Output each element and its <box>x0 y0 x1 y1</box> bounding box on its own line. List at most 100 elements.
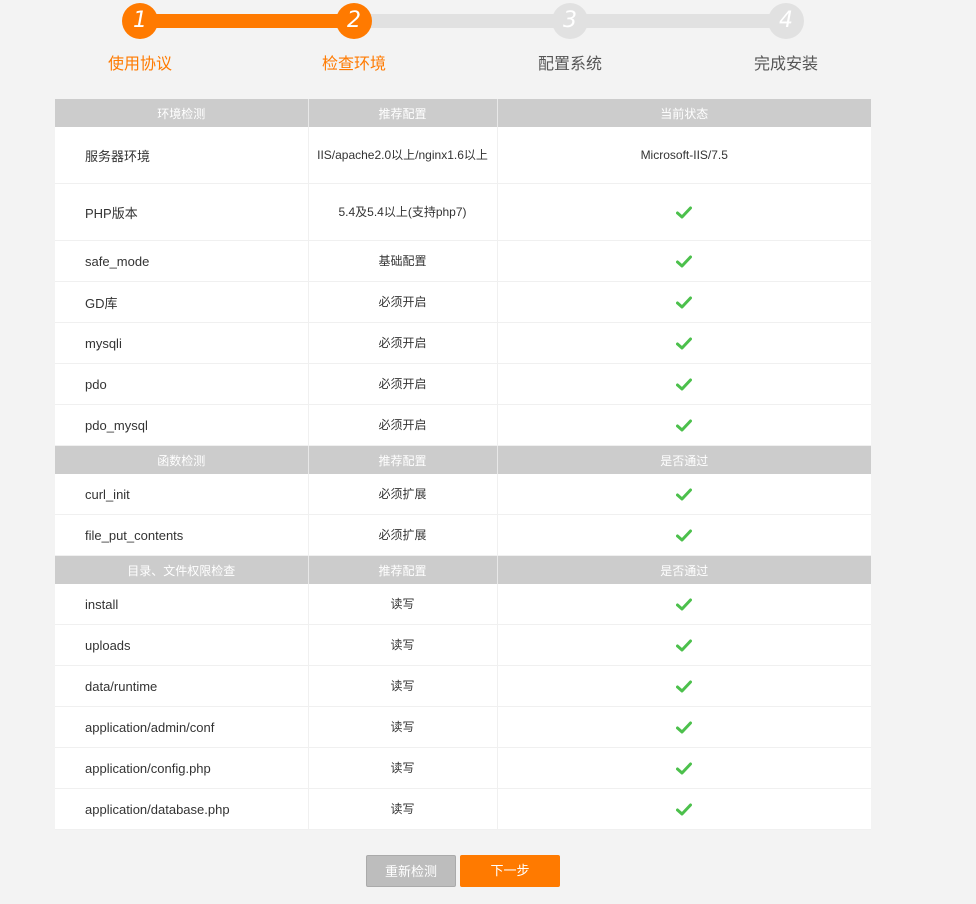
step-3-number: 3 <box>552 3 588 39</box>
table-row: pdo 必须开启 <box>55 363 871 405</box>
column-header: 推荐配置 <box>308 445 498 474</box>
section-header-row: 目录、文件权限检查 推荐配置 是否通过 <box>55 555 871 584</box>
column-header: 推荐配置 <box>308 99 498 127</box>
section-header-row: 环境检测 推荐配置 当前状态 <box>55 99 871 127</box>
check-item-name: 服务器环境 <box>55 127 309 184</box>
recommended-config: 必须扩展 <box>308 514 498 556</box>
check-item-name: pdo <box>55 363 309 405</box>
check-icon <box>676 598 693 611</box>
recheck-button[interactable]: 重新检测 <box>366 855 456 887</box>
current-status: Microsoft-IIS/7.5 <box>497 127 871 184</box>
recommended-config: 必须开启 <box>308 363 498 405</box>
table-row: mysqli 必须开启 <box>55 322 871 364</box>
check-icon <box>676 803 693 816</box>
step-4: 4 完成安装 <box>726 3 846 74</box>
status-cell <box>497 281 871 323</box>
check-icon <box>676 639 693 652</box>
check-item-name: install <box>55 584 309 625</box>
recommended-config: 读写 <box>308 584 498 625</box>
recommended-config: 读写 <box>308 624 498 666</box>
table-row: file_put_contents 必须扩展 <box>55 514 871 556</box>
check-item-name: pdo_mysql <box>55 404 309 446</box>
recommended-config: 必须开启 <box>308 322 498 364</box>
check-icon <box>676 296 693 309</box>
recommended-config: 读写 <box>308 665 498 707</box>
check-item-name: application/config.php <box>55 747 309 789</box>
check-item-name: mysqli <box>55 322 309 364</box>
table-row: uploads 读写 <box>55 624 871 666</box>
check-icon <box>676 206 693 219</box>
check-item-name: file_put_contents <box>55 514 309 556</box>
check-item-name: application/database.php <box>55 788 309 830</box>
status-cell <box>497 240 871 282</box>
progress-track <box>140 14 786 28</box>
step-2-label: 检查环境 <box>321 56 386 73</box>
step-2: 2 检查环境 <box>294 3 414 74</box>
step-1-label: 使用协议 <box>107 56 172 73</box>
recommended-config: 读写 <box>308 706 498 748</box>
environment-check-panel: 环境检测 推荐配置 当前状态 服务器环境 IIS/apache2.0以上/nginx1.… <box>55 99 871 830</box>
check-icon <box>676 337 693 350</box>
column-header: 目录、文件权限检查 <box>55 555 309 584</box>
check-item-name: curl_init <box>55 474 309 515</box>
status-cell <box>497 322 871 364</box>
table-row: application/admin/conf 读写 <box>55 706 871 748</box>
status-cell <box>497 183 871 241</box>
step-1-number: 1 <box>122 3 158 39</box>
status-cell <box>497 363 871 405</box>
table-row: application/config.php 读写 <box>55 747 871 789</box>
recommended-config: 必须开启 <box>308 404 498 446</box>
status-cell <box>497 747 871 789</box>
check-item-name: uploads <box>55 624 309 666</box>
column-header: 环境检测 <box>55 99 309 127</box>
recommended-config: IIS/apache2.0以上/nginx1.6以上 <box>308 127 498 184</box>
check-item-name: application/admin/conf <box>55 706 309 748</box>
check-icon <box>676 721 693 734</box>
table-row: 服务器环境 IIS/apache2.0以上/nginx1.6以上 Microsoft… <box>55 127 871 184</box>
recommended-config: 必须扩展 <box>308 474 498 515</box>
table-row: data/runtime 读写 <box>55 665 871 707</box>
status-cell <box>497 706 871 748</box>
check-icon <box>676 419 693 432</box>
table-row: pdo_mysql 必须开启 <box>55 404 871 446</box>
step-1: 1 使用协议 <box>80 3 200 74</box>
table-row: application/database.php 读写 <box>55 788 871 830</box>
table-row: GD库 必须开启 <box>55 281 871 323</box>
status-cell <box>497 404 871 446</box>
check-item-name: GD库 <box>55 281 309 323</box>
table-row: install 读写 <box>55 584 871 625</box>
column-header: 是否通过 <box>497 555 871 584</box>
check-icon <box>676 529 693 542</box>
check-icon <box>676 762 693 775</box>
status-cell <box>497 788 871 830</box>
next-step-button[interactable]: 下一步 <box>460 855 560 887</box>
recommended-config: 读写 <box>308 788 498 830</box>
check-icon <box>676 680 693 693</box>
install-stepper: 1 使用协议 2 检查环境 3 配置系统 4 完成安装 <box>0 0 976 80</box>
column-header: 推荐配置 <box>308 555 498 584</box>
recommended-config: 基础配置 <box>308 240 498 282</box>
step-2-number: 2 <box>336 3 372 39</box>
step-4-label: 完成安装 <box>753 56 818 73</box>
section-header-row: 函数检测 推荐配置 是否通过 <box>55 445 871 474</box>
column-header: 当前状态 <box>497 99 871 127</box>
recommended-config: 必须开启 <box>308 281 498 323</box>
recommended-config: 5.4及5.4以上(支持php7) <box>308 183 498 241</box>
step-4-number: 4 <box>768 3 804 39</box>
check-item-name: safe_mode <box>55 240 309 282</box>
status-cell <box>497 665 871 707</box>
status-cell <box>497 624 871 666</box>
recommended-config: 读写 <box>308 747 498 789</box>
table-row: PHP版本 5.4及5.4以上(支持php7) <box>55 183 871 241</box>
status-cell <box>497 584 871 625</box>
step-3: 3 配置系统 <box>510 3 630 74</box>
column-header: 函数检测 <box>55 445 309 474</box>
check-icon <box>676 378 693 391</box>
check-item-name: PHP版本 <box>55 183 309 241</box>
table-row: safe_mode 基础配置 <box>55 240 871 282</box>
check-item-name: data/runtime <box>55 665 309 707</box>
status-cell <box>497 514 871 556</box>
table-row: curl_init 必须扩展 <box>55 474 871 515</box>
step-3-label: 配置系统 <box>537 56 602 73</box>
status-cell <box>497 474 871 515</box>
